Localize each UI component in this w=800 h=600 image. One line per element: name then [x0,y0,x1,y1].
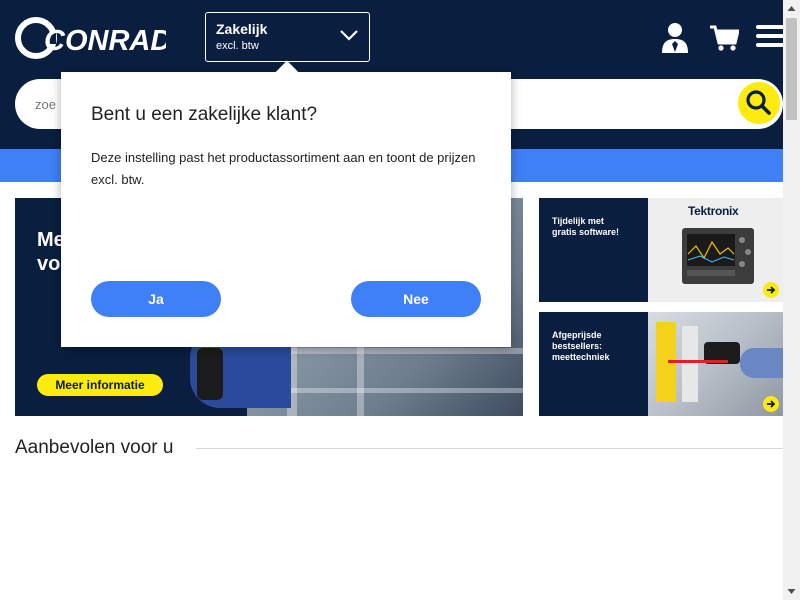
scroll-down-icon[interactable] [783,583,800,600]
business-switch-title: Zakelijk [216,21,268,37]
chevron-down-icon [340,30,358,41]
conrad-logo[interactable]: CONRAD [14,16,166,60]
arrow-right-icon[interactable] [763,396,779,412]
recommended-section-title: Aanbevolen voor u [15,437,174,458]
yes-button[interactable]: Ja [91,281,221,317]
side-banner-text: Tijdelijk met gratis software! [552,216,620,237]
logo-text: CONRAD [44,25,166,57]
popup-title: Bent u een zakelijke klant? [91,104,318,125]
side-banner-tektronix[interactable]: Tijdelijk met gratis software! Tektronix [539,198,783,302]
side-banner-text-panel: Tijdelijk met gratis software! [539,198,648,302]
menu-icon[interactable] [756,24,784,48]
section-divider [196,448,783,449]
hero-tool [197,348,223,400]
scroll-up-icon[interactable] [783,0,800,17]
business-switch-subtitle: excl. btw [216,40,259,52]
oscilloscope-image [682,228,754,284]
side-banner-measurement[interactable]: Afgeprijsde bestsellers: meettechniek [539,312,783,416]
search-button[interactable] [738,82,780,124]
side-banner-text-panel: Afgeprijsde bestsellers: meettechniek [539,312,648,416]
user-icon[interactable] [661,22,689,54]
cart-icon[interactable] [709,24,739,52]
business-customer-switch[interactable]: Zakelijk excl. btw [205,12,370,62]
more-info-button[interactable]: Meer informatie [37,374,163,396]
scrollbar[interactable] [783,0,800,600]
tektronix-logo: Tektronix [688,204,739,218]
arrow-right-icon[interactable] [763,282,779,298]
side-banner-text: Afgeprijsde bestsellers: meettechniek [552,330,610,362]
popup-description: Deze instelling past het productassortim… [91,150,476,187]
no-button[interactable]: Nee [351,281,481,317]
search-icon [746,90,771,115]
page: CONRAD Zakelijk excl. btw zoe Me vo Meer… [0,0,800,600]
business-customer-popup: Bent u een zakelijke klant? Deze instell… [61,60,511,347]
scrollbar-thumb[interactable] [786,18,797,120]
